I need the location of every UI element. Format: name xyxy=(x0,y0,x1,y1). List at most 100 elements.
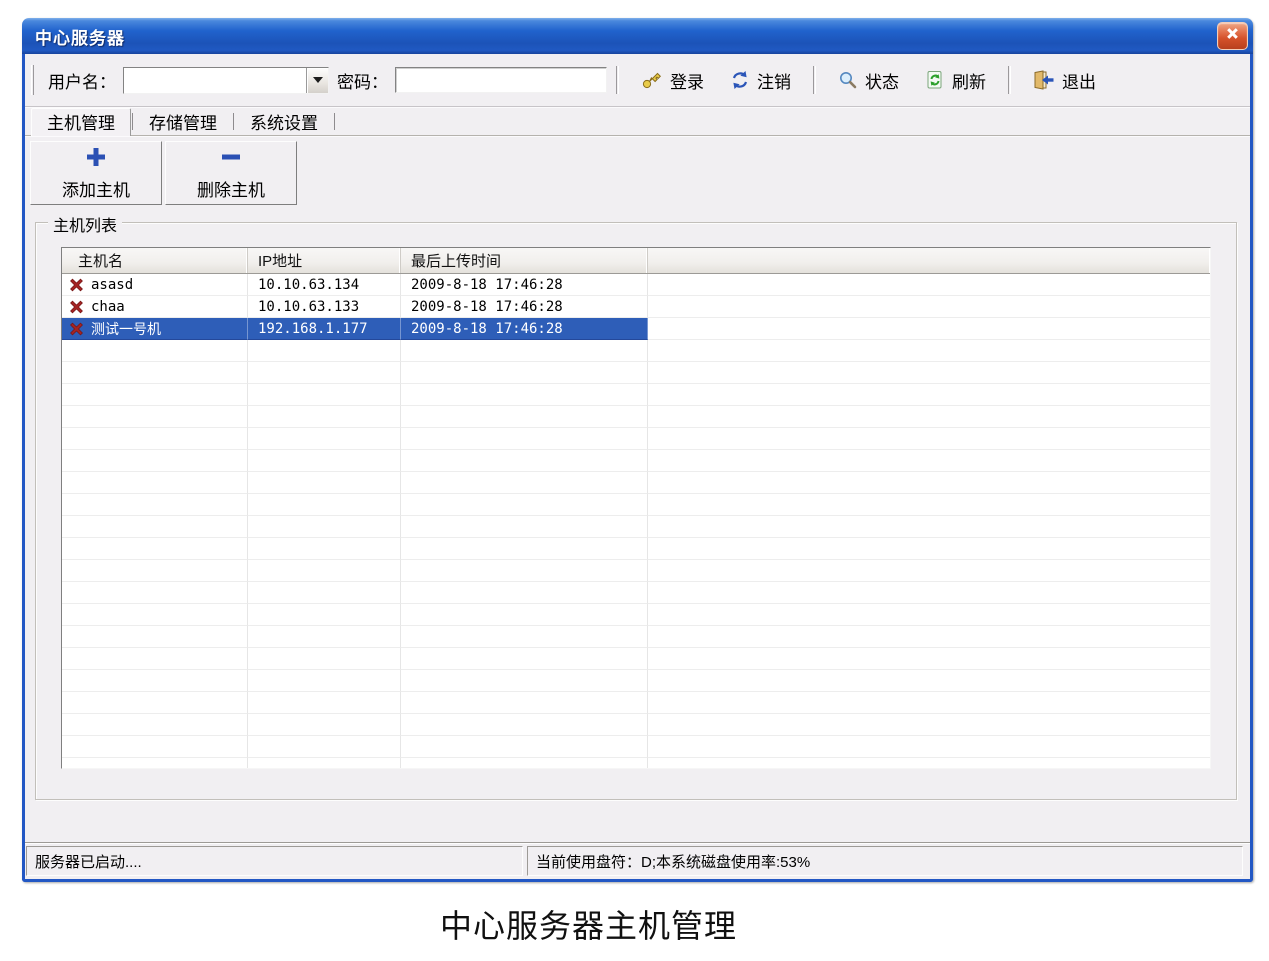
client-area: 用户名： 密码： 登录注销状态刷新退出 主机管理存储管理系统设置 添加主机删除主… xyxy=(25,54,1250,879)
empty-row[interactable] xyxy=(62,582,1210,604)
tab-bar: 主机管理存储管理系统设置 xyxy=(25,107,1250,136)
empty-cell xyxy=(401,340,648,362)
status-panel-server: 服务器已启动.... xyxy=(26,846,523,876)
empty-cell xyxy=(401,538,648,560)
password-input[interactable] xyxy=(395,67,607,93)
toolbar-separator xyxy=(813,66,816,94)
column-header-hostname[interactable]: 主机名 xyxy=(62,248,248,273)
login-button[interactable]: 登录 xyxy=(632,64,713,96)
empty-row[interactable] xyxy=(62,604,1210,626)
tab-separator xyxy=(132,113,133,130)
delete-x-icon xyxy=(69,300,84,314)
empty-cell xyxy=(62,516,248,538)
empty-cell xyxy=(401,450,648,472)
password-label: 密码： xyxy=(337,68,388,93)
column-header-last-upload[interactable]: 最后上传时间 xyxy=(401,248,648,273)
logout-button[interactable]: 注销 xyxy=(721,64,800,96)
empty-cell xyxy=(648,582,1210,604)
host-list-group-label: 主机列表 xyxy=(48,212,122,236)
empty-cell xyxy=(401,560,648,582)
close-x-icon xyxy=(1225,26,1240,46)
screenshot-canvas: 中心服务器 用户名： 密码： xyxy=(0,0,1269,961)
empty-cell xyxy=(648,670,1210,692)
empty-row[interactable] xyxy=(62,714,1210,736)
empty-row[interactable] xyxy=(62,406,1210,428)
empty-cell xyxy=(62,626,248,648)
dropdown-arrow-icon xyxy=(313,77,323,83)
exit-button[interactable]: 退出 xyxy=(1024,64,1105,96)
empty-row[interactable] xyxy=(62,560,1210,582)
empty-row[interactable] xyxy=(62,428,1210,450)
empty-row[interactable] xyxy=(62,362,1210,384)
empty-cell xyxy=(648,758,1210,769)
username-combobox[interactable] xyxy=(123,67,329,94)
empty-cell xyxy=(248,560,401,582)
host-list-groupbox: 主机列表 主机名 IP地址 最后上传时间 asasd10.10.63.13420… xyxy=(35,222,1237,800)
exit-icon xyxy=(1033,70,1055,90)
empty-cell xyxy=(62,428,248,450)
empty-cell xyxy=(401,604,648,626)
empty-cell xyxy=(401,582,648,604)
empty-cell xyxy=(401,758,648,769)
logout-button-label: 注销 xyxy=(757,68,791,93)
host-table[interactable]: 主机名 IP地址 最后上传时间 asasd10.10.63.1342009-8-… xyxy=(61,247,1211,769)
empty-cell xyxy=(401,384,648,406)
status-panel-disk: 当前使用盘符：D;本系统磁盘使用率:53% xyxy=(527,846,1243,876)
empty-cell xyxy=(248,340,401,362)
empty-cell xyxy=(248,406,401,428)
empty-row[interactable] xyxy=(62,538,1210,560)
empty-cell xyxy=(62,736,248,758)
refresh-button[interactable]: 刷新 xyxy=(916,64,995,96)
empty-row[interactable] xyxy=(62,384,1210,406)
remove-host-button[interactable]: 删除主机 xyxy=(165,141,297,205)
empty-row[interactable] xyxy=(62,670,1210,692)
figure-caption: 中心服务器主机管理 xyxy=(440,901,737,947)
status-button[interactable]: 状态 xyxy=(829,64,908,96)
empty-cell xyxy=(62,582,248,604)
empty-cell xyxy=(62,670,248,692)
empty-row[interactable] xyxy=(62,692,1210,714)
username-input[interactable] xyxy=(124,68,306,93)
empty-row[interactable] xyxy=(62,450,1210,472)
empty-cell xyxy=(62,758,248,769)
table-row[interactable]: 测试一号机192.168.1.1772009-8-18 17:46:28 xyxy=(62,318,1210,340)
empty-cell xyxy=(62,472,248,494)
empty-cell xyxy=(62,450,248,472)
tab-storage[interactable]: 存储管理 xyxy=(134,109,232,135)
toolbar-grip[interactable] xyxy=(31,65,34,95)
empty-cell xyxy=(648,406,1210,428)
empty-cell xyxy=(648,648,1210,670)
cell-last-upload: 2009-8-18 17:46:28 xyxy=(401,274,648,296)
empty-row[interactable] xyxy=(62,648,1210,670)
table-row[interactable]: asasd10.10.63.1342009-8-18 17:46:28 xyxy=(62,274,1210,296)
empty-cell xyxy=(401,714,648,736)
empty-row[interactable] xyxy=(62,494,1210,516)
window-titlebar[interactable]: 中心服务器 xyxy=(22,18,1253,54)
empty-cell xyxy=(648,692,1210,714)
empty-row[interactable] xyxy=(62,758,1210,769)
column-header-ip[interactable]: IP地址 xyxy=(248,248,401,273)
empty-row[interactable] xyxy=(62,516,1210,538)
empty-cell xyxy=(248,758,401,769)
empty-cell xyxy=(248,692,401,714)
close-button[interactable] xyxy=(1217,22,1248,50)
empty-row[interactable] xyxy=(62,340,1210,362)
empty-row[interactable] xyxy=(62,472,1210,494)
column-header-filler xyxy=(648,248,1210,273)
tab-hosts[interactable]: 主机管理 xyxy=(31,108,131,136)
empty-cell xyxy=(248,736,401,758)
tab-separator xyxy=(334,113,335,130)
empty-cell xyxy=(248,714,401,736)
username-dropdown-button[interactable] xyxy=(306,68,328,93)
add-host-button-label: 添加主机 xyxy=(62,176,130,201)
tab-system[interactable]: 系统设置 xyxy=(235,109,333,135)
empty-row[interactable] xyxy=(62,736,1210,758)
add-host-button[interactable]: 添加主机 xyxy=(30,141,162,205)
table-row[interactable]: chaa10.10.63.1332009-8-18 17:46:28 xyxy=(62,296,1210,318)
empty-cell xyxy=(248,494,401,516)
hostname-text: chaa xyxy=(91,299,125,315)
empty-row[interactable] xyxy=(62,626,1210,648)
empty-cell xyxy=(648,626,1210,648)
table-body: asasd10.10.63.1342009-8-18 17:46:28chaa1… xyxy=(62,274,1210,769)
table-header: 主机名 IP地址 最后上传时间 xyxy=(62,248,1210,274)
